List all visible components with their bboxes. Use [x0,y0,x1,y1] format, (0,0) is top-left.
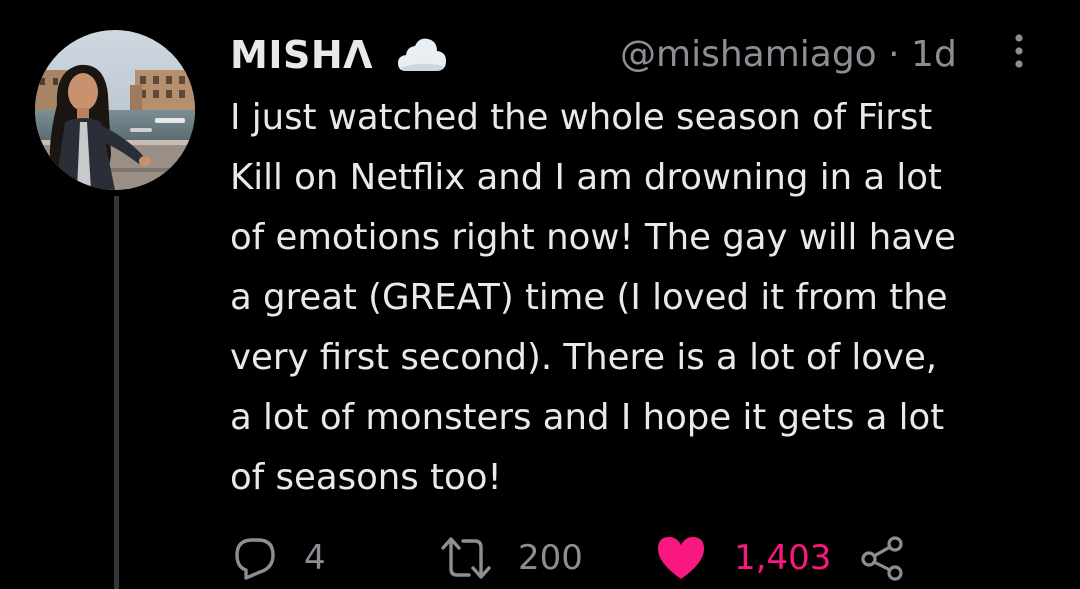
reply-button[interactable]: 4 [232,530,326,586]
reply-icon [232,535,278,581]
thread-line [114,196,119,589]
reply-count: 4 [304,538,326,578]
like-count: 1,403 [734,538,832,578]
share-button[interactable] [860,530,906,586]
tweet-text: I just watched the whole season of First… [230,97,956,498]
tweet[interactable]: MISHΛ @mishamiago · 1d I just watched th… [0,0,1080,589]
share-icon [860,535,906,581]
display-name[interactable]: MISHΛ [230,32,373,78]
retweet-icon [440,535,492,581]
avatar[interactable] [35,30,195,190]
cloud-icon [396,33,448,75]
tweet-actions: 4 200 1,403 [232,530,932,586]
retweet-button[interactable]: 200 [440,530,583,586]
tweet-header: MISHΛ @mishamiago · 1d [230,30,1030,80]
avatar-photo [35,30,195,190]
handle-and-timestamp[interactable]: @mishamiago · 1d [620,32,957,78]
like-button[interactable]: 1,403 [656,530,831,586]
more-options-icon[interactable] [1010,30,1028,74]
heart-icon [656,535,706,581]
retweet-count: 200 [518,538,583,578]
